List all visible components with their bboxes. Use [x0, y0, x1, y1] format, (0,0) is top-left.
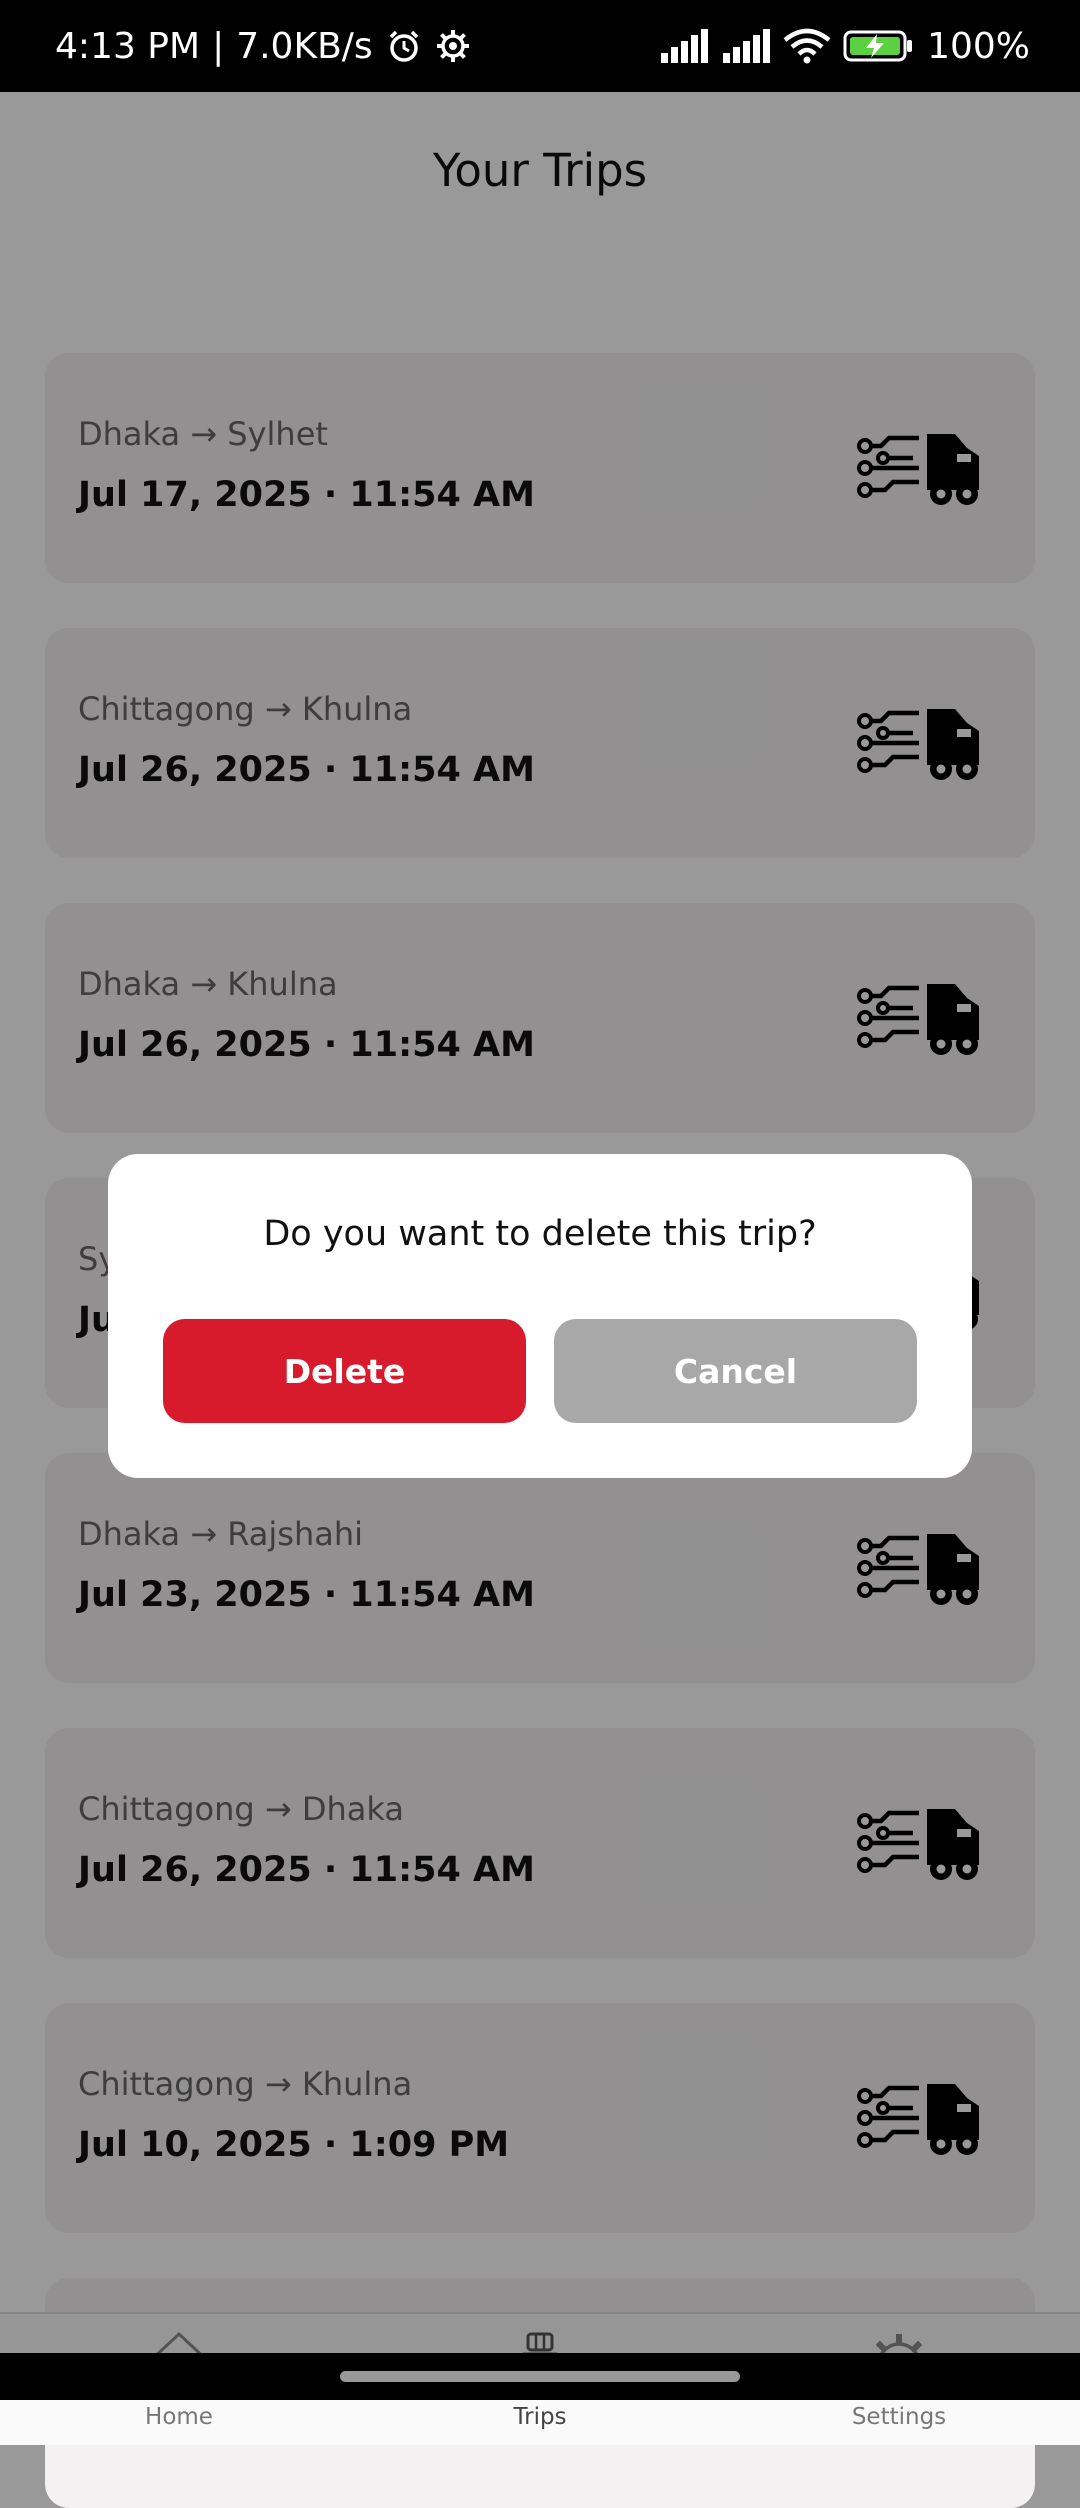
signal-icon — [661, 29, 709, 63]
status-time: 4:13 PM — [55, 25, 201, 67]
battery-charging-icon — [843, 30, 913, 62]
status-bar: 4:13 PM | 7.0KB/s 100% — [0, 0, 1080, 92]
delete-button[interactable]: Delete — [163, 1319, 526, 1423]
wifi-icon — [783, 28, 831, 64]
settings-icon — [436, 30, 469, 62]
nav-label-trips: Trips — [513, 2404, 567, 2430]
status-separator: | — [212, 25, 225, 67]
status-right: 100% — [659, 26, 1030, 67]
status-network-speed: 7.0KB/s — [236, 25, 373, 67]
cancel-button[interactable]: Cancel — [554, 1319, 917, 1423]
status-left: 4:13 PM | 7.0KB/s — [55, 26, 471, 67]
signal-icon — [723, 29, 771, 63]
battery-percent: 100% — [927, 25, 1030, 67]
trips-screen: Your Trips Dhaka → Sylhet Jul 17, 2025 ·… — [0, 92, 1080, 2508]
nav-label-settings: Settings — [851, 2404, 947, 2430]
dialog-message: Do you want to delete this trip? — [263, 1214, 817, 1254]
nav-label-home: Home — [145, 2404, 213, 2430]
delete-trip-dialog: Do you want to delete this trip? Delete … — [108, 1154, 972, 1478]
alarm-icon — [389, 30, 418, 62]
